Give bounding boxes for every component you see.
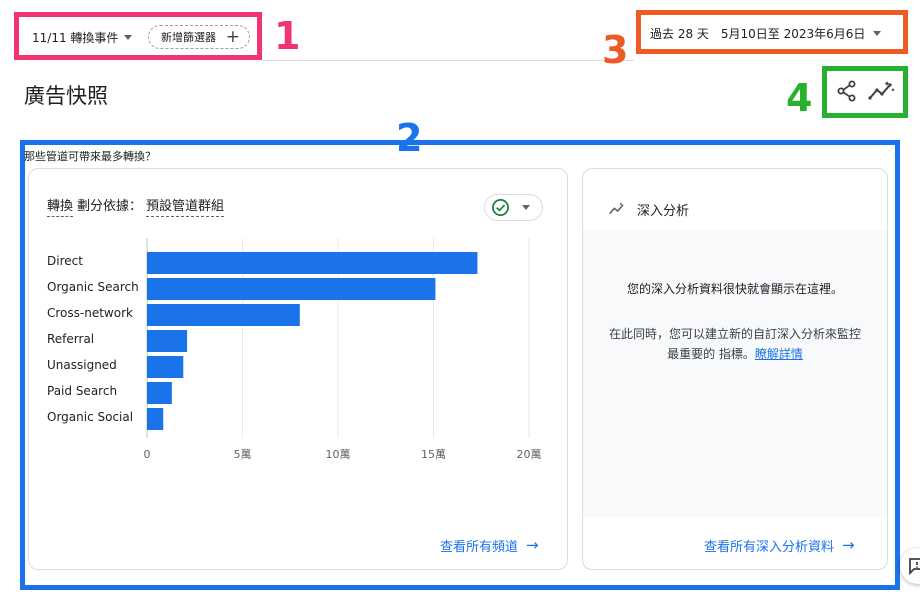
x-tick-label: 15萬: [421, 448, 446, 461]
split-by-label: 劃分依據：: [77, 199, 143, 214]
feedback-button[interactable]: [900, 548, 920, 584]
callout-number-4: 4: [786, 76, 813, 120]
view-all-channels-link[interactable]: 查看所有頻道 →: [440, 535, 539, 555]
x-tick-label: 20萬: [517, 448, 542, 461]
insights-empty-message: 您的深入分析資料很快就會顯示在這裡。: [626, 282, 843, 296]
bar: [147, 408, 164, 430]
date-period-label: 過去 28 天: [650, 26, 709, 41]
insights-card-title: 深入分析: [637, 203, 690, 219]
bar: [147, 356, 184, 378]
divider: [262, 60, 634, 61]
category-label: Unassigned: [47, 358, 117, 372]
arrow-right-icon: →: [842, 536, 855, 554]
conversion-events-dropdown[interactable]: 11/11 轉換事件: [32, 27, 133, 47]
learn-more-link[interactable]: 瞭解詳情: [755, 347, 803, 361]
metric-selector[interactable]: 轉換: [47, 195, 74, 217]
insights-button[interactable]: [866, 78, 896, 104]
view-all-insights-link[interactable]: 查看所有深入分析資料 →: [704, 535, 855, 555]
callout-number-3: 3: [602, 28, 629, 72]
conversion-events-label: 11/11 轉換事件: [32, 30, 119, 45]
date-range-selector[interactable]: 過去 28 天 5月10日至 2023年6月6日: [650, 23, 882, 43]
section-question: 那些管道可帶來最多轉換？: [24, 150, 156, 163]
add-filter-button[interactable]: 新增篩選器 +: [148, 25, 250, 49]
category-label: Paid Search: [47, 384, 117, 398]
bar: [147, 252, 478, 274]
category-label: Organic Social: [47, 410, 133, 424]
callout-number-1: 1: [274, 14, 301, 58]
insights-sub-text: 在此同時，您可以建立新的自訂深入分析來監控最重要的 指標。: [608, 327, 861, 361]
x-tick-label: 5萬: [234, 448, 252, 461]
dimension-selector[interactable]: 預設管道群組: [146, 195, 225, 217]
insights-icon: [609, 202, 624, 215]
category-label: Direct: [47, 254, 83, 268]
comparison-toggle[interactable]: [484, 194, 543, 221]
plus-icon: +: [225, 27, 240, 47]
bar: [147, 330, 188, 352]
arrow-right-icon: →: [526, 536, 539, 554]
bar: [147, 304, 300, 326]
insights-card-header: 深入分析: [583, 189, 887, 229]
chevron-down-icon: [873, 30, 882, 36]
share-button[interactable]: [834, 78, 860, 104]
chart-heading: 轉換 劃分依據： 預設管道群組: [47, 195, 225, 217]
date-range-label: 5月10日至 2023年6月6日: [720, 26, 866, 41]
feedback-icon: [909, 558, 920, 575]
add-filter-label: 新增篩選器: [161, 31, 216, 44]
category-label: Organic Search: [47, 280, 139, 294]
view-all-insights-label: 查看所有深入分析資料: [704, 539, 835, 555]
bar: [147, 278, 436, 300]
share-icon: [837, 80, 856, 102]
x-tick-label: 10萬: [326, 448, 351, 461]
channels-bar-chart: 0 5萬 10萬 15萬 20萬 Direct Organic Search Cross-ne…: [47, 238, 542, 461]
chevron-down-icon: [124, 34, 133, 40]
view-all-channels-label: 查看所有頻道: [440, 539, 519, 555]
insights-icon: [868, 81, 895, 100]
category-label: Cross-network: [47, 306, 133, 320]
chevron-down-icon: [522, 205, 530, 210]
insights-sub-message: 在此同時，您可以建立新的自訂深入分析來監控最重要的 指標。瞭解詳情: [605, 324, 865, 364]
x-tick-label: 0: [144, 448, 151, 461]
bar: [147, 382, 172, 404]
check-circle-icon: [492, 199, 509, 216]
page-title: 廣告快照: [24, 84, 108, 108]
insights-card-body: [583, 230, 887, 517]
category-label: Referral: [47, 332, 94, 346]
